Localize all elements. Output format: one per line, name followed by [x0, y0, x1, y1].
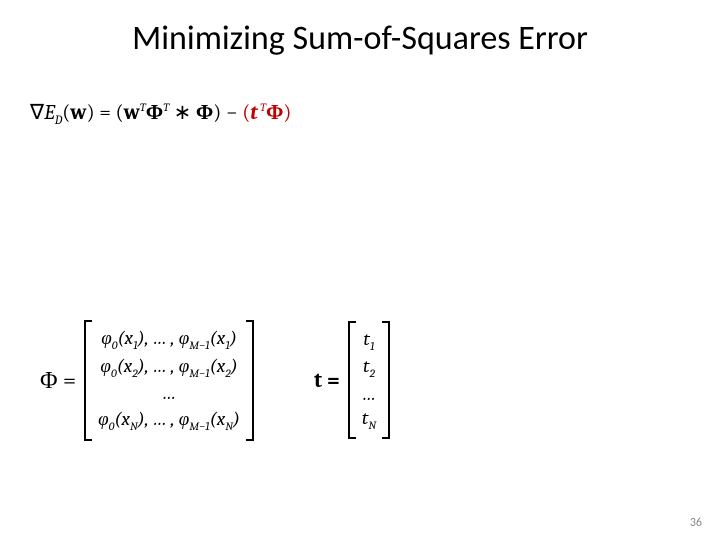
phi-row-N: φ0(xN), … , φM−1(xN)	[98, 407, 240, 435]
bracket-left-icon	[348, 321, 356, 439]
nabla-symbol: ∇	[30, 101, 44, 125]
phi-label: Φ =	[40, 366, 76, 395]
equals: =	[95, 101, 116, 125]
gradient-equation: ∇ED(w) = (wTΦT ∗ Φ) − (t TΦ)	[30, 100, 291, 128]
bracket-right-icon	[246, 320, 254, 441]
t-vector: t	[250, 101, 257, 125]
t-row-N: tN	[362, 406, 376, 433]
close-paren-2: )	[283, 101, 291, 125]
Phi-1: Φ	[146, 101, 163, 125]
wT: w	[124, 101, 140, 125]
phi-row-dots: …	[98, 381, 240, 407]
tT-Phi-term: (t TΦ)	[242, 101, 291, 125]
t-vector-block: t = t1 t2 … tN	[314, 321, 390, 439]
phi-row-1: φ0(x1), … , φM−1(x1)	[98, 326, 240, 354]
open-paren-1: (	[116, 101, 124, 125]
t-label: t =	[314, 367, 340, 393]
star-op: ∗	[169, 101, 196, 125]
bracket-left-icon	[84, 320, 92, 441]
Phi-2: Φ	[196, 101, 213, 125]
phi-row-2: φ0(x2), … , φM−1(x2)	[98, 354, 240, 382]
t-row-1: t1	[362, 327, 376, 354]
phi-matrix-content: φ0(x1), … , φM−1(x1) φ0(x2), … , φM−1(x2…	[92, 320, 246, 441]
Phi-3: Φ	[266, 101, 283, 125]
w-vector: w	[70, 101, 86, 125]
page-number: 36	[690, 516, 702, 530]
t-row-dots: …	[362, 382, 376, 407]
t-vector-content: t1 t2 … tN	[356, 321, 382, 439]
E-symbol: E	[44, 101, 55, 125]
rparen: )	[87, 101, 95, 125]
phi-matrix-block: Φ = φ0(x1), … , φM−1(x1) φ0(x2), … , φM−…	[40, 320, 254, 441]
bracket-right-icon	[382, 321, 390, 439]
page-title: Minimizing Sum-of-Squares Error	[0, 0, 720, 59]
matrix-definitions: Φ = φ0(x1), … , φM−1(x1) φ0(x2), … , φM−…	[40, 320, 390, 441]
transpose-3: T	[258, 101, 266, 114]
t-row-2: t2	[362, 354, 376, 381]
minus-op: −	[221, 101, 242, 125]
